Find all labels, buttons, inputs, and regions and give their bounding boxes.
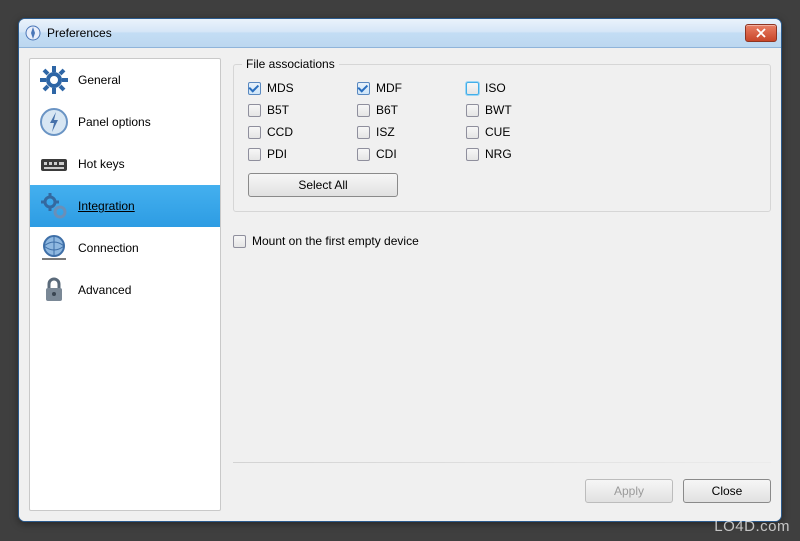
checkbox-box (357, 148, 370, 161)
sidebar-item-general[interactable]: General (30, 59, 220, 101)
file-associations-group: File associations MDSMDFISOB5TB6TBWTCCDI… (233, 64, 771, 212)
lock-icon (38, 274, 70, 306)
window-title: Preferences (47, 26, 745, 40)
sidebar-item-label: General (78, 73, 121, 87)
file-assoc-b5t-checkbox[interactable]: B5T (248, 103, 353, 117)
sidebar-item-label: Integration (78, 199, 135, 213)
file-assoc-nrg-checkbox[interactable]: NRG (466, 147, 571, 161)
checkbox-label: MDF (376, 81, 402, 95)
sidebar-item-integration[interactable]: Integration (30, 185, 220, 227)
checkbox-label: B6T (376, 103, 398, 117)
checkbox-label: B5T (267, 103, 289, 117)
select-all-button[interactable]: Select All (248, 173, 398, 197)
file-assoc-b6t-checkbox[interactable]: B6T (357, 103, 462, 117)
gear-link-icon (38, 190, 70, 222)
checkbox-label: CDI (376, 147, 397, 161)
checkbox-box (248, 82, 261, 95)
app-icon (25, 25, 41, 41)
checkbox-label: NRG (485, 147, 512, 161)
globe-icon (38, 232, 70, 264)
checkbox-box (357, 126, 370, 139)
group-title: File associations (242, 57, 339, 71)
file-assoc-iso-checkbox[interactable]: ISO (466, 81, 571, 95)
file-assoc-mds-checkbox[interactable]: MDS (248, 81, 353, 95)
sidebar-item-advanced[interactable]: Advanced (30, 269, 220, 311)
sidebar-item-hot-keys[interactable]: Hot keys (30, 143, 220, 185)
bolt-icon (38, 106, 70, 138)
checkbox-box (248, 126, 261, 139)
sidebar-item-label: Panel options (78, 115, 151, 129)
checkbox-label: ISO (485, 81, 506, 95)
checkbox-box (466, 126, 479, 139)
file-assoc-mdf-checkbox[interactable]: MDF (357, 81, 462, 95)
checkbox-box (466, 148, 479, 161)
keyboard-icon (38, 148, 70, 180)
checkbox-label: MDS (267, 81, 294, 95)
close-button[interactable]: Close (683, 479, 771, 503)
file-assoc-ccd-checkbox[interactable]: CCD (248, 125, 353, 139)
gear-icon (38, 64, 70, 96)
checkbox-box (466, 104, 479, 117)
content-pane: File associations MDS MDF ISO B5T B6T BWT CCD I… (233, 58, 771, 511)
file-assoc-cdi-checkbox[interactable]: CDI (357, 147, 462, 161)
checkbox-box (248, 104, 261, 117)
checkbox-label: BWT (485, 103, 512, 117)
titlebar: Preferences (19, 19, 781, 48)
apply-button[interactable]: Apply (585, 479, 673, 503)
close-window-button[interactable] (745, 24, 777, 42)
file-assoc-bwt-checkbox[interactable]: BWT (466, 103, 571, 117)
checkbox-label: PDI (267, 147, 287, 161)
dialog-footer: Apply Close (585, 479, 771, 503)
file-associations-grid: MDS MDF ISO B5T B6T BWT CCD ISZ CUE PDI CDI NRG (248, 81, 756, 161)
checkbox-box (357, 82, 370, 95)
sidebar-item-label: Hot keys (78, 157, 125, 171)
file-assoc-cue-checkbox[interactable]: CUE (466, 125, 571, 139)
window-body: General Panel options Hot keys Integration C… (19, 48, 781, 521)
mount-label: Mount on the first empty device (252, 234, 419, 248)
sidebar-item-connection[interactable]: Connection (30, 227, 220, 269)
checkbox-box (466, 82, 479, 95)
checkbox-box (233, 235, 246, 248)
file-assoc-pdi-checkbox[interactable]: PDI (248, 147, 353, 161)
preferences-window: Preferences General Panel options Hot keys… (18, 18, 782, 522)
checkbox-box (248, 148, 261, 161)
sidebar-item-panel-options[interactable]: Panel options (30, 101, 220, 143)
checkbox-box (357, 104, 370, 117)
checkbox-label: CUE (485, 125, 510, 139)
watermark: LO4D.com (714, 518, 790, 535)
sidebar-item-label: Advanced (78, 283, 131, 297)
footer-divider (233, 462, 771, 463)
sidebar-item-label: Connection (78, 241, 139, 255)
file-assoc-isz-checkbox[interactable]: ISZ (357, 125, 462, 139)
checkbox-label: CCD (267, 125, 293, 139)
checkbox-label: ISZ (376, 125, 395, 139)
category-sidebar: General Panel options Hot keys Integration C… (29, 58, 221, 511)
mount-first-empty-checkbox[interactable]: Mount on the first empty device (233, 234, 771, 248)
